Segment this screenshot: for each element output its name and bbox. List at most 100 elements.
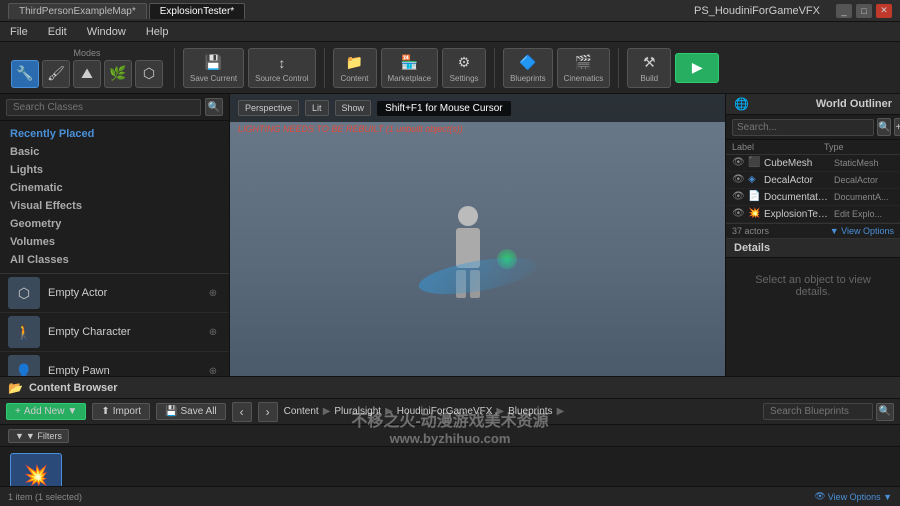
menu-file[interactable]: File xyxy=(6,26,32,38)
path-sep-4: ▶ xyxy=(557,406,565,417)
outliner-add-icon[interactable]: + xyxy=(894,118,900,136)
geometry-mode-icon[interactable]: ⬡ xyxy=(135,60,163,88)
settings-icon: ⚙ xyxy=(453,53,475,73)
save-current-button[interactable]: 💾 Save Current xyxy=(183,48,244,88)
blueprints-button[interactable]: 🔷 Blueprints xyxy=(503,48,553,88)
landscape-mode-icon[interactable]: ⛰ xyxy=(73,60,101,88)
outliner-search-input[interactable] xyxy=(732,119,874,136)
outliner-view-options[interactable]: ▼ View Options xyxy=(830,226,894,236)
outliner-item-cubemesh[interactable]: 👁 ⬛ CubeMesh StaticMesh xyxy=(726,155,900,172)
place-mode-panel: 🔍 Recently Placed Basic Lights Cinematic… xyxy=(0,94,230,376)
category-list: Recently Placed Basic Lights Cinematic V… xyxy=(0,121,229,274)
actor-count: 37 actors xyxy=(732,226,769,236)
modes-section: Modes 🔧 🖌 ⛰ 🌿 ⬡ xyxy=(11,48,163,88)
eye-icon-decal[interactable]: 👁 xyxy=(732,174,744,186)
save-all-button[interactable]: 💾 Save All xyxy=(156,403,226,420)
view-options-icon: 👁 xyxy=(814,491,825,502)
lit-button[interactable]: Lit xyxy=(305,100,329,116)
outliner-item-decal[interactable]: 👁 ◈ DecalActor DecalActor xyxy=(726,172,900,189)
outliner-item-documentation[interactable]: 👁 📄 DocumentationA DocumentA... xyxy=(726,189,900,206)
outliner-decal-type: DecalActor xyxy=(834,175,894,185)
source-control-button[interactable]: ↕ Source Control xyxy=(248,48,315,88)
content-items-grid: 💥 Explosion Tester xyxy=(0,447,900,486)
category-geometry[interactable]: Geometry xyxy=(0,215,229,233)
close-button[interactable]: ✕ xyxy=(876,4,892,18)
nav-forward-button[interactable]: › xyxy=(258,402,278,422)
content-item-explosion-tester[interactable]: 💥 Explosion Tester xyxy=(6,453,66,486)
source-control-label: Source Control xyxy=(255,74,308,83)
cinematics-label: Cinematics xyxy=(564,74,604,83)
outliner-search-icon[interactable]: 🔍 xyxy=(877,118,891,136)
tab-third-person[interactable]: ThirdPersonExampleMap* xyxy=(8,3,147,19)
place-mode-icon[interactable]: 🔧 xyxy=(11,60,39,88)
modes-icons: 🔧 🖌 ⛰ 🌿 ⬡ xyxy=(11,60,163,88)
empty-pawn-add-icon: ⊕ xyxy=(205,363,221,376)
save-all-label: Save All xyxy=(181,406,217,417)
add-new-icon: + xyxy=(15,406,21,417)
eye-icon-explosion[interactable]: 👁 xyxy=(732,208,744,220)
category-all-classes[interactable]: All Classes xyxy=(0,251,229,269)
perspective-button[interactable]: Perspective xyxy=(238,100,299,116)
outliner-item-explosion[interactable]: 👁 💥 ExplosionTester Edit Explo... xyxy=(726,206,900,223)
category-visual-effects[interactable]: Visual Effects xyxy=(0,197,229,215)
filters-button[interactable]: ▼ ▼ Filters xyxy=(8,429,69,443)
path-sep-2: ▶ xyxy=(385,406,393,417)
add-new-chevron: ▼ xyxy=(67,406,77,417)
menu-edit[interactable]: Edit xyxy=(44,26,71,38)
settings-button[interactable]: ⚙ Settings xyxy=(442,48,486,88)
marketplace-button[interactable]: 🏪 Marketplace xyxy=(381,48,439,88)
viewport-toolbar: Perspective Lit Show Shift+F1 for Mouse … xyxy=(230,94,725,122)
paint-mode-icon[interactable]: 🖌 xyxy=(42,60,70,88)
empty-pawn-label: Empty Pawn xyxy=(48,365,197,376)
search-blueprints-icon[interactable]: 🔍 xyxy=(876,403,894,421)
category-cinematic[interactable]: Cinematic xyxy=(0,179,229,197)
actor-icon-decal: ◈ xyxy=(748,174,760,186)
content-browser-title: Content Browser xyxy=(29,382,118,394)
content-button[interactable]: 📁 Content xyxy=(333,48,377,88)
category-basic[interactable]: Basic xyxy=(0,143,229,161)
category-volumes[interactable]: Volumes xyxy=(0,233,229,251)
search-classes-input[interactable] xyxy=(6,99,201,116)
outliner-cubemesh-name: CubeMesh xyxy=(764,158,830,169)
content-browser-section: 📂 Content Browser + Add New ▼ ⬆ Import 💾… xyxy=(0,376,900,506)
add-new-button[interactable]: + Add New ▼ xyxy=(6,403,86,420)
cb-view-options-button[interactable]: 👁 View Options ▼ xyxy=(814,491,892,502)
nav-back-button[interactable]: ‹ xyxy=(232,402,252,422)
outliner-doc-type: DocumentA... xyxy=(834,192,894,202)
path-pluralsight[interactable]: Pluralsight xyxy=(334,406,381,417)
category-recently-placed[interactable]: Recently Placed xyxy=(0,125,229,143)
path-houdini[interactable]: HoudiniForGameVFX xyxy=(397,406,493,417)
build-button[interactable]: ⚒ Build xyxy=(627,48,671,88)
details-panel-body: Select an object to view details. xyxy=(726,258,900,376)
content-label: Content xyxy=(340,74,368,83)
category-lights[interactable]: Lights xyxy=(0,161,229,179)
path-content[interactable]: Content xyxy=(284,406,319,417)
cinematics-button[interactable]: 🎬 Cinematics xyxy=(557,48,611,88)
content-browser-header: 📂 Content Browser xyxy=(0,377,900,399)
blueprints-label: Blueprints xyxy=(510,74,546,83)
place-item-empty-pawn[interactable]: 👤 Empty Pawn ⊕ xyxy=(0,352,229,376)
viewport[interactable]: Perspective Lit Show Shift+F1 for Mouse … xyxy=(230,94,725,376)
foliage-mode-icon[interactable]: 🌿 xyxy=(104,60,132,88)
outliner-search-bar: 🔍 + xyxy=(726,115,900,140)
toolbar-divider-1 xyxy=(174,48,175,88)
tab-explosion-tester[interactable]: ExplosionTester* xyxy=(149,3,245,19)
search-blueprints-input[interactable] xyxy=(763,403,873,420)
play-button[interactable]: ▶ xyxy=(675,53,719,83)
eye-icon-cubemesh[interactable]: 👁 xyxy=(732,157,744,169)
maximize-button[interactable]: □ xyxy=(856,4,872,18)
menu-window[interactable]: Window xyxy=(83,26,130,38)
empty-actor-add-icon: ⊕ xyxy=(205,285,221,301)
import-button[interactable]: ⬆ Import xyxy=(92,403,150,420)
show-button[interactable]: Show xyxy=(335,100,372,116)
menu-help[interactable]: Help xyxy=(142,26,173,38)
eye-icon-doc[interactable]: 👁 xyxy=(732,191,744,203)
search-classes-icon[interactable]: 🔍 xyxy=(205,98,223,116)
path-blueprints[interactable]: Blueprints xyxy=(508,406,552,417)
details-panel-header: Details xyxy=(726,238,900,258)
viewport-scene[interactable]: LIGHTING NEEDS TO BE REBUILT (1 unbuilt … xyxy=(230,94,725,376)
place-item-empty-actor[interactable]: ⬡ Empty Actor ⊕ xyxy=(0,274,229,313)
minimize-button[interactable]: _ xyxy=(836,4,852,18)
outliner-doc-name: DocumentationA xyxy=(764,192,830,203)
place-item-empty-character[interactable]: 🚶 Empty Character ⊕ xyxy=(0,313,229,352)
